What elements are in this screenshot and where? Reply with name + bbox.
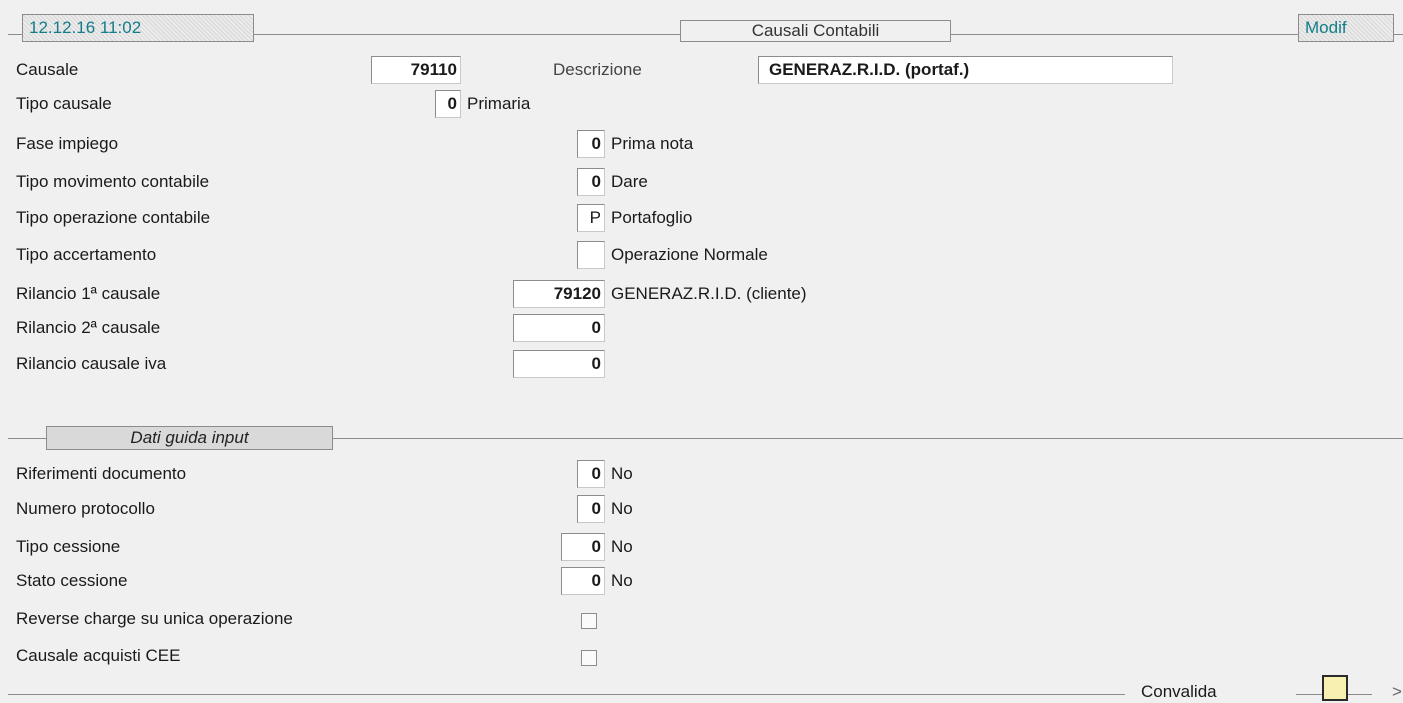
- reverse-charge-label: Reverse charge su unica operazione: [16, 609, 293, 628]
- mode-indicator: Modif: [1298, 14, 1394, 42]
- stato-cessione-label: Stato cessione: [16, 571, 128, 590]
- fase-impiego-desc: Prima nota: [611, 134, 694, 153]
- tipo-movimento-label: Tipo movimento contabile: [16, 172, 210, 191]
- section-title: Dati guida input: [46, 426, 333, 450]
- causale-field[interactable]: 79110: [371, 56, 461, 84]
- footer-rule-mid: [1296, 694, 1322, 695]
- tipo-movimento-desc: Dare: [611, 172, 648, 191]
- tipo-operazione-field[interactable]: P: [577, 204, 605, 232]
- tipo-movimento-field[interactable]: 0: [577, 168, 605, 196]
- riferimenti-label: Riferimenti documento: [16, 464, 187, 483]
- tipo-cessione-label: Tipo cessione: [16, 537, 121, 556]
- window-title: Causali Contabili: [680, 20, 951, 42]
- convalida-label: Convalida: [1141, 682, 1217, 701]
- acquisti-cee-label: Causale acquisti CEE: [16, 646, 181, 665]
- tipo-cessione-desc: No: [611, 537, 633, 556]
- tipo-causale-desc: Primaria: [467, 94, 531, 113]
- tipo-accertamento-field[interactable]: [577, 241, 605, 269]
- rilancio-iva-field[interactable]: 0: [513, 350, 605, 378]
- rilancio-1-label: Rilancio 1ª causale: [16, 284, 161, 303]
- protocollo-field[interactable]: 0: [577, 495, 605, 523]
- tipo-accertamento-label: Tipo accertamento: [16, 245, 157, 264]
- rilancio-2-label: Rilancio 2ª causale: [16, 318, 161, 337]
- stato-cessione-field[interactable]: 0: [561, 567, 605, 595]
- fase-impiego-field[interactable]: 0: [577, 130, 605, 158]
- tipo-operazione-label: Tipo operazione contabile: [16, 208, 211, 227]
- rilancio-1-field[interactable]: 79120: [513, 280, 605, 308]
- tipo-accertamento-desc: Operazione Normale: [611, 245, 768, 264]
- tipo-causale-label: Tipo causale: [16, 94, 112, 113]
- protocollo-label: Numero protocollo: [16, 499, 155, 518]
- rilancio-1-desc: GENERAZ.R.I.D. (cliente): [611, 284, 807, 303]
- tipo-cessione-field[interactable]: 0: [561, 533, 605, 561]
- footer-rule-left: [8, 694, 1125, 695]
- riferimenti-field[interactable]: 0: [577, 460, 605, 488]
- more-arrow-icon[interactable]: >: [1392, 681, 1402, 703]
- protocollo-desc: No: [611, 499, 633, 518]
- fase-impiego-label: Fase impiego: [16, 134, 119, 153]
- causale-label: Causale: [16, 60, 79, 79]
- reverse-charge-checkbox[interactable]: [581, 613, 597, 629]
- footer-rule-right: [1348, 694, 1372, 695]
- tipo-operazione-desc: Portafoglio: [611, 208, 693, 227]
- datetime-display: 12.12.16 11:02: [22, 14, 254, 42]
- tipo-causale-field[interactable]: 0: [435, 90, 461, 118]
- descrizione-label: Descrizione: [553, 60, 642, 79]
- acquisti-cee-checkbox[interactable]: [581, 650, 597, 666]
- stato-cessione-desc: No: [611, 571, 633, 590]
- rilancio-2-field[interactable]: 0: [513, 314, 605, 342]
- rilancio-iva-label: Rilancio causale iva: [16, 354, 167, 373]
- riferimenti-desc: No: [611, 464, 633, 483]
- descrizione-field[interactable]: GENERAZ.R.I.D. (portaf.): [758, 56, 1173, 84]
- convalida-button[interactable]: [1322, 675, 1348, 701]
